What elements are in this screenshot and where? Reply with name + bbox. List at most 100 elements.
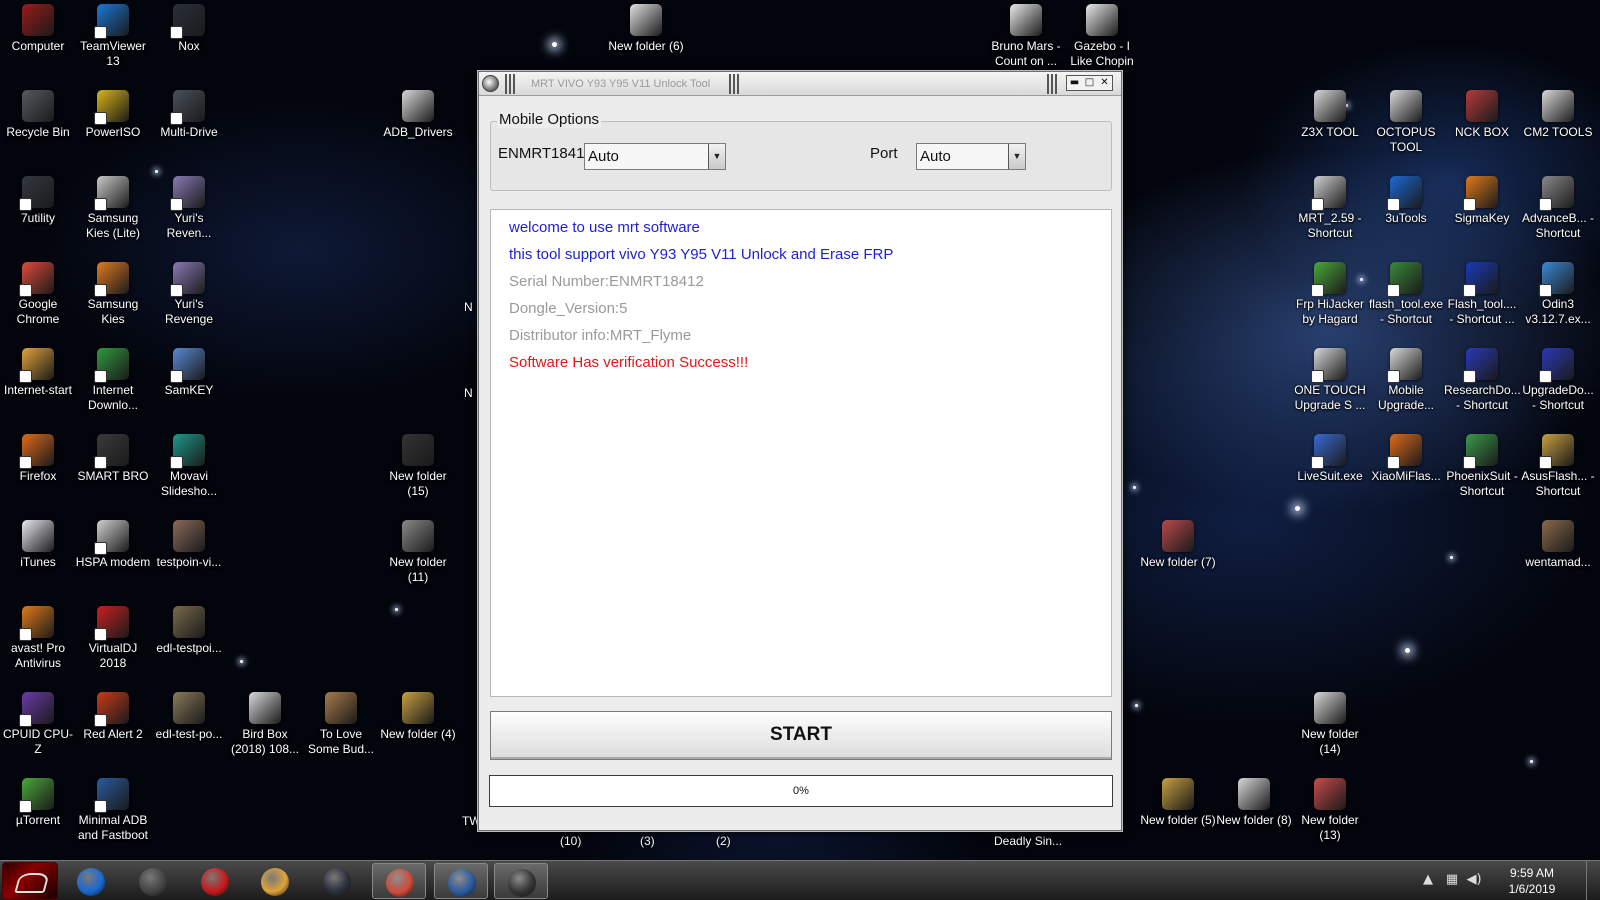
desktop-icon-avast[interactable]: avast! Pro Antivirus	[0, 606, 76, 671]
desktop-icon-new-folder-7[interactable]: New folder (7)	[1140, 520, 1216, 570]
taskbar-button-nox[interactable]	[310, 863, 364, 899]
desktop-icon-adb-drivers[interactable]: ADB_Drivers	[380, 90, 456, 140]
show-hidden-icons-icon[interactable]: ▲	[1420, 872, 1436, 888]
clock[interactable]: 9:59 AM 1/6/2019	[1502, 865, 1562, 897]
taskbar-button-mrt-tool[interactable]	[434, 863, 488, 899]
desktop-icon-xiaomiflash[interactable]: XiaoMiFlas...	[1368, 434, 1444, 484]
desktop-icon-teamviewer[interactable]: TeamViewer 13	[75, 4, 151, 69]
desktop-icon-upgradedo[interactable]: UpgradeDo... - Shortcut	[1520, 348, 1596, 413]
desktop-icon-3utools[interactable]: 3uTools	[1368, 176, 1444, 226]
desktop-icon-samsung-kies-lite[interactable]: Samsung Kies (Lite)	[75, 176, 151, 241]
desktop-icon-z3x-tool[interactable]: Z3X TOOL	[1292, 90, 1368, 140]
desktop-icon-internet-start[interactable]: Internet-start	[0, 348, 76, 398]
desktop-icon-utorrent[interactable]: µTorrent	[0, 778, 76, 828]
desktop-icon-flash-tool-2[interactable]: Flash_tool.... - Shortcut ...	[1444, 262, 1520, 327]
close-button[interactable]: ✕	[1097, 76, 1112, 90]
desktop-icon-researchdo[interactable]: ResearchDo... - Shortcut	[1444, 348, 1521, 413]
desktop-icon-internet-download[interactable]: Internet Downlo...	[75, 348, 151, 413]
desktop-icon-new-folder-15[interactable]: New folder (15)	[380, 434, 456, 499]
show-desktop-button[interactable]	[1586, 861, 1600, 900]
desktop-icon-poweriso[interactable]: PowerISO	[75, 90, 151, 140]
desktop-icon-computer[interactable]: Computer	[0, 4, 76, 54]
desktop-icon-wentamad[interactable]: wentamad...	[1520, 520, 1596, 570]
desktop-icon-movavi[interactable]: Movavi Slidesho...	[151, 434, 227, 499]
desktop-icon-bruno-mars[interactable]: Bruno Mars - Count on ...	[988, 4, 1064, 69]
desktop-icon-mrt-259[interactable]: MRT_2.59 - Shortcut	[1292, 176, 1368, 241]
flash-tool-icon	[1463, 262, 1498, 297]
desktop-icon-recycle-bin[interactable]: Recycle Bin	[0, 90, 76, 140]
taskbar-button-red-app[interactable]	[188, 863, 242, 899]
key-icon	[170, 348, 205, 383]
app-logo-icon[interactable]	[482, 75, 499, 92]
desktop-icon-frp-hijacker[interactable]: Frp HiJacker by Hagard	[1292, 262, 1368, 327]
desktop-icon-livesuit[interactable]: LiveSuit.exe	[1292, 434, 1368, 484]
desktop-icon-itunes[interactable]: iTunes	[0, 520, 76, 570]
network-icon[interactable]: ▦	[1444, 872, 1460, 888]
gear-icon	[1311, 348, 1346, 383]
desktop-icon-new-folder-8[interactable]: New folder (8)	[1216, 778, 1292, 828]
desktop-icon-new-folder-13[interactable]: New folder (13)	[1292, 778, 1368, 843]
port-select[interactable]: Auto ▼	[916, 143, 1026, 170]
desktop-icon-samsung-kies[interactable]: Samsung Kies	[75, 262, 151, 327]
desktop-icon-mobile-upgrade[interactable]: Mobile Upgrade...	[1368, 348, 1444, 413]
taskbar-button-camera[interactable]	[126, 863, 180, 899]
desktop-icon-new-folder-4[interactable]: New folder (4)	[380, 692, 456, 742]
desktop-icon-new-folder-5[interactable]: New folder (5)	[1140, 778, 1216, 828]
desktop-icon-phoenixsuit[interactable]: PhoenixSuit - Shortcut	[1444, 434, 1520, 499]
desktop-icon-label: Gazebo - I Like Chopin	[1070, 39, 1134, 68]
maximize-button[interactable]: □	[1082, 76, 1097, 90]
desktop-icon-sigmakey[interactable]: SigmaKey	[1444, 176, 1520, 226]
minimize-button[interactable]: ▬	[1067, 76, 1082, 90]
desktop-icon-multi-drive[interactable]: Multi-Drive	[151, 90, 227, 140]
desktop-icon-testpoin-vi[interactable]: testpoin-vi...	[151, 520, 227, 570]
desktop-icon-asusflash[interactable]: AsusFlash... - Shortcut	[1520, 434, 1596, 499]
desktop-icon-yuris-revenge-2[interactable]: Yuri's Revenge	[151, 262, 227, 327]
log-output[interactable]: welcome to use mrt software this tool su…	[490, 209, 1112, 697]
desktop-icon-nck-box[interactable]: NCK BOX	[1444, 90, 1520, 140]
chevron-down-icon[interactable]: ▼	[1008, 144, 1025, 169]
desktop-icon-smart-bro[interactable]: SMART BRO	[75, 434, 151, 484]
xiaomi-icon	[1387, 434, 1422, 469]
desktop-icon-label: PhoenixSuit - Shortcut	[1446, 469, 1518, 498]
desktop-icon-nox[interactable]: Nox	[151, 4, 227, 54]
taskbar-button-task-switch[interactable]	[494, 863, 548, 899]
desktop-icon-advanceb[interactable]: AdvanceB... - Shortcut	[1520, 176, 1596, 241]
desktop-icon-odin3[interactable]: Odin3 v3.12.7.ex...	[1520, 262, 1596, 327]
desktop-icon-minimal-adb[interactable]: Minimal ADB and Fastboot	[75, 778, 151, 843]
desktop-icon-red-alert[interactable]: Red Alert 2	[75, 692, 151, 742]
desktop-icon-google-chrome[interactable]: Google Chrome	[0, 262, 76, 327]
desktop-icon-octopus-tool[interactable]: OCTOPUS TOOL	[1368, 90, 1444, 155]
desktop-icon-cpuid[interactable]: CPUID CPU-Z	[0, 692, 76, 757]
desktop-icon-new-folder-11[interactable]: New folder (11)	[380, 520, 456, 585]
desktop-icon-new-folder-14[interactable]: New folder (14)	[1292, 692, 1368, 757]
desktop-icon-samkey[interactable]: SamKEY	[151, 348, 227, 398]
taskbar-button-media-player[interactable]	[64, 863, 118, 899]
start-button[interactable]: START	[490, 711, 1112, 760]
desktop-icon-yuris-revenge-1[interactable]: Yuri's Reven...	[151, 176, 227, 241]
desktop-icon-label: Bruno Mars - Count on ...	[991, 39, 1061, 68]
desktop-icon-flash-tool-exe[interactable]: flash_tool.exe - Shortcut	[1368, 262, 1444, 327]
desktop-icon-virtualdj[interactable]: VirtualDJ 2018	[75, 606, 151, 671]
desktop-icon-hspa-modem[interactable]: HSPA modem	[75, 520, 151, 570]
chevron-down-icon[interactable]: ▼	[708, 144, 725, 169]
desktop-icon-label: New folder (5)	[1140, 813, 1216, 827]
desktop-icon-to-love[interactable]: To Love Some Bud...	[303, 692, 379, 757]
taskbar: ▲ ▦ ◀) 9:59 AM 1/6/2019	[0, 860, 1600, 900]
mrt-unlock-tool-window[interactable]: MRT VIVO Y93 Y95 V11 Unlock Tool ▬ □ ✕ M…	[478, 71, 1122, 831]
desktop-icon-edl-test-po[interactable]: edl-test-po...	[151, 692, 227, 742]
volume-icon[interactable]: ◀)	[1466, 872, 1482, 888]
taskbar-button-chrome[interactable]	[248, 863, 302, 899]
start-menu-button[interactable]	[2, 862, 58, 900]
desktop-icon-cm2-tools[interactable]: CM2 TOOLS	[1520, 90, 1596, 140]
smart-bro-icon	[94, 434, 129, 469]
desktop-icon-7utility[interactable]: 7utility	[0, 176, 76, 226]
desktop-icon-edl-testpoi[interactable]: edl-testpoi...	[151, 606, 227, 656]
desktop-icon-gazebo[interactable]: Gazebo - I Like Chopin	[1064, 4, 1140, 69]
title-bar[interactable]: MRT VIVO Y93 Y95 V11 Unlock Tool ▬ □ ✕	[479, 72, 1121, 96]
model-select[interactable]: Auto ▼	[584, 143, 726, 170]
desktop-icon-one-touch[interactable]: ONE TOUCH Upgrade S ...	[1292, 348, 1368, 413]
taskbar-button-chrome-profile[interactable]	[372, 863, 426, 899]
desktop-icon-firefox[interactable]: Firefox	[0, 434, 76, 484]
desktop-icon-bird-box[interactable]: Bird Box (2018) 108...	[227, 692, 303, 757]
desktop-icon-new-folder-6[interactable]: New folder (6)	[608, 4, 684, 54]
